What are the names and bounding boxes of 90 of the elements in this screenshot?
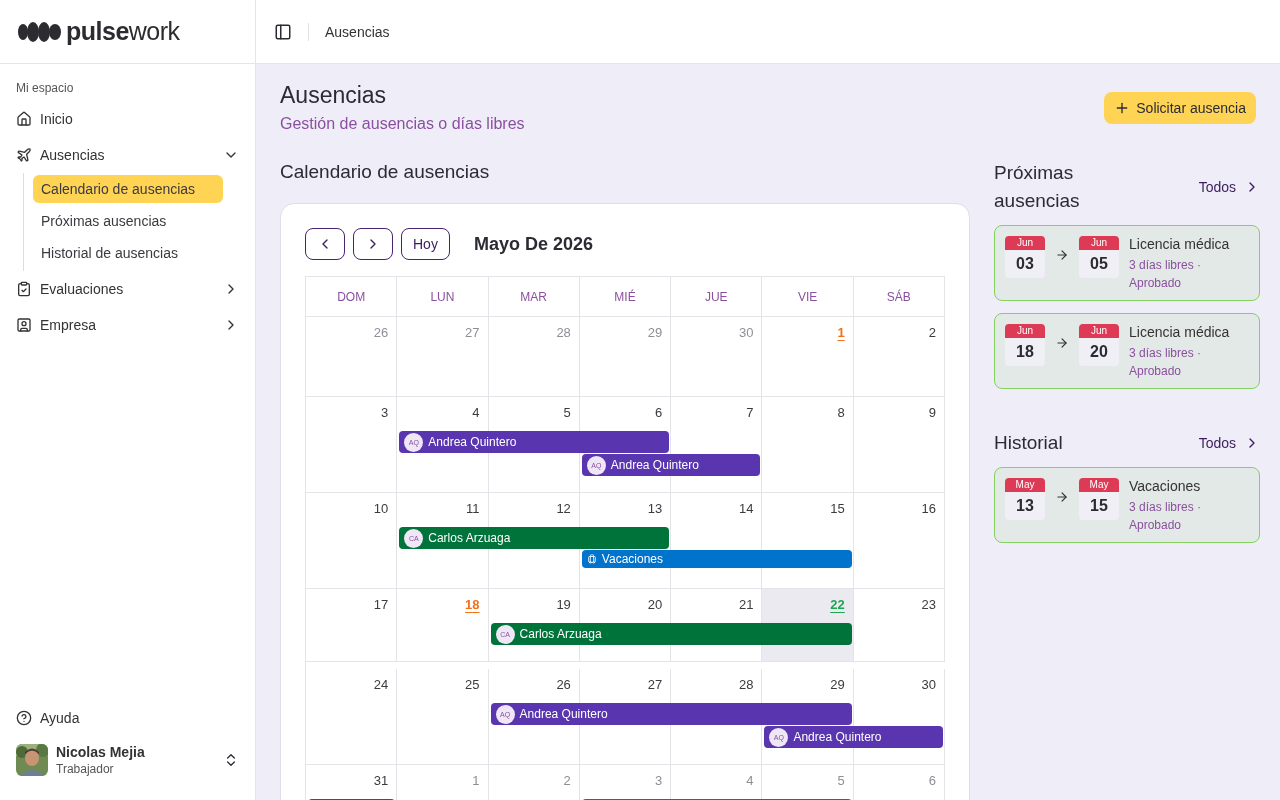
request-absence-button[interactable]: Solicitar ausencia bbox=[1104, 92, 1256, 124]
event-label: Andrea Quintero bbox=[519, 707, 608, 721]
event-label: Andrea Quintero bbox=[610, 458, 699, 472]
logo-text: pulsework bbox=[66, 17, 180, 46]
day-number[interactable]: 28 bbox=[738, 677, 754, 692]
nav-subitem[interactable]: Próximas ausencias bbox=[33, 207, 223, 235]
day-number[interactable]: 31 bbox=[373, 773, 389, 788]
badge-day: 20 bbox=[1079, 338, 1119, 366]
event-label: Andrea Quintero bbox=[793, 730, 882, 744]
day-number[interactable]: 21 bbox=[738, 597, 754, 612]
day-number[interactable]: 11 bbox=[466, 501, 480, 516]
day-number[interactable]: 16 bbox=[921, 501, 936, 516]
absence-card[interactable]: May 13 May 15 Vacaciones 3 días libres · Aprobado bbox=[994, 467, 1260, 543]
nav-item[interactable]: Ausencias bbox=[0, 137, 255, 173]
day-number[interactable]: 12 bbox=[556, 501, 571, 516]
month-title: Mayo De 2026 bbox=[473, 233, 593, 255]
clipboard-icon bbox=[16, 281, 32, 297]
event-label: Carlos Arzuaga bbox=[428, 531, 511, 545]
absence-card[interactable]: Jun 03 Jun 05 Licencia médica 3 días libres · Aprobado bbox=[994, 225, 1260, 301]
day-number[interactable]: 25 bbox=[465, 677, 480, 692]
see-all-link[interactable]: Todos bbox=[1198, 435, 1260, 451]
plane-icon bbox=[16, 147, 32, 163]
day-number[interactable]: 4 bbox=[472, 405, 480, 420]
today-button[interactable]: Hoy bbox=[401, 228, 450, 260]
day-number[interactable]: 10 bbox=[373, 501, 389, 516]
sidebar-toggle-icon[interactable] bbox=[274, 22, 292, 41]
day-number[interactable]: 2 bbox=[928, 325, 936, 340]
help-link[interactable]: Ayuda bbox=[0, 700, 255, 736]
day-number[interactable]: 14 bbox=[738, 501, 754, 516]
next-month-button[interactable] bbox=[353, 228, 393, 260]
nav-subitem[interactable]: Historial de ausencias bbox=[33, 239, 223, 267]
badge-day: 05 bbox=[1079, 250, 1119, 278]
previous-month-button[interactable] bbox=[305, 228, 345, 260]
nav-item[interactable]: Empresa bbox=[0, 307, 255, 343]
day-number[interactable]: 15 bbox=[830, 501, 845, 516]
nav-item[interactable]: Evaluaciones bbox=[0, 271, 255, 307]
day-number[interactable]: 5 bbox=[563, 405, 571, 420]
badge-day: 13 bbox=[1005, 492, 1045, 520]
badge-day: 18 bbox=[1005, 338, 1045, 366]
absence-detail: 3 días libres · Aprobado bbox=[1129, 345, 1203, 380]
nav-item[interactable]: Inicio bbox=[0, 101, 255, 137]
luggage-icon bbox=[586, 554, 597, 564]
section-label: Mi espacio bbox=[15, 80, 75, 97]
day-number[interactable]: 13 bbox=[647, 501, 663, 516]
badge-month: Jun bbox=[1079, 236, 1119, 250]
day-number[interactable]: 30 bbox=[921, 677, 936, 692]
day-number[interactable]: 9 bbox=[928, 405, 936, 420]
day-number[interactable]: 7 bbox=[746, 405, 754, 420]
day-number[interactable]: 19 bbox=[556, 597, 571, 612]
section-title: Calendario de ausencias bbox=[280, 160, 491, 184]
absence-type: Licencia médica bbox=[1129, 236, 1231, 252]
absence-type: Licencia médica bbox=[1129, 324, 1231, 340]
breadcrumb: Ausencias bbox=[325, 23, 390, 40]
day-number[interactable]: 24 bbox=[373, 677, 389, 692]
help-icon bbox=[16, 710, 32, 726]
day-number[interactable]: 26 bbox=[556, 677, 571, 692]
badge-month: May bbox=[1079, 478, 1119, 492]
badge-month: Jun bbox=[1005, 236, 1045, 250]
badge-month: May bbox=[1005, 478, 1045, 492]
absence-detail: 3 días libres · Aprobado bbox=[1129, 499, 1203, 534]
page-subtitle: Gestión de ausencias o días libres bbox=[280, 115, 525, 133]
badge-day: 15 bbox=[1079, 492, 1119, 520]
absence-detail: 3 días libres · Aprobado bbox=[1129, 257, 1203, 292]
day-number[interactable]: 6 bbox=[654, 405, 663, 420]
absence-event[interactable]: Vacaciones bbox=[581, 550, 852, 568]
absence-card[interactable]: Jun 18 Jun 20 Licencia médica 3 días libres · Aprobado bbox=[994, 313, 1260, 389]
see-all-link[interactable]: Todos bbox=[1198, 179, 1260, 195]
day-number[interactable]: 8 bbox=[837, 405, 845, 420]
panel-title: Próximas ausencias bbox=[994, 161, 1081, 213]
badge-month: Jun bbox=[1005, 324, 1045, 338]
user-role: Trabajador bbox=[56, 762, 115, 776]
id-card-icon bbox=[16, 317, 32, 333]
badge-month: Jun bbox=[1079, 324, 1119, 338]
day-number[interactable]: 17 bbox=[373, 597, 389, 612]
event-label: Andrea Quintero bbox=[428, 435, 517, 449]
logo-icon bbox=[18, 20, 62, 43]
user-name: Nicolas Mejia bbox=[56, 744, 146, 760]
nav-subitem[interactable]: Calendario de ausencias bbox=[33, 175, 223, 203]
page-title: Ausencias bbox=[280, 82, 388, 109]
day-number[interactable]: 20 bbox=[647, 597, 663, 612]
day-number[interactable]: 23 bbox=[921, 597, 936, 612]
day-number[interactable]: 3 bbox=[381, 405, 389, 420]
panel-title: Historial bbox=[994, 431, 1064, 455]
absence-type: Vacaciones bbox=[1129, 478, 1202, 494]
day-number[interactable]: 27 bbox=[647, 677, 663, 692]
event-label: Carlos Arzuaga bbox=[519, 627, 602, 641]
day-number[interactable]: 29 bbox=[830, 677, 845, 692]
home-icon bbox=[16, 111, 32, 127]
event-label: Vacaciones bbox=[601, 552, 663, 566]
badge-day: 03 bbox=[1005, 250, 1045, 278]
